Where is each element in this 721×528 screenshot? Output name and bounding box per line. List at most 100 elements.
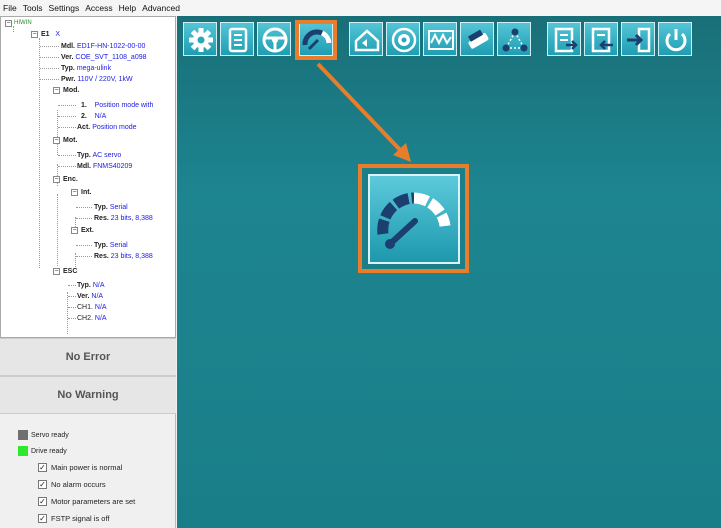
tree-key: Typ. <box>77 282 91 289</box>
tree-node-esc[interactable]: ESC <box>63 266 77 277</box>
indicator-label: Drive ready <box>31 447 67 455</box>
tree-node-mot-mdl[interactable]: Mdl. FNMS40209 <box>77 161 132 172</box>
tree-node-mode-2[interactable]: 2. N/A <box>81 111 106 122</box>
tree-value: N/A <box>94 113 107 120</box>
device-tree[interactable]: − HIWIN − E1 X Mdl. ED1F-HN-1022-00-00 V… <box>0 16 176 338</box>
tree-key: Int. <box>81 189 92 196</box>
check-label: No alarm occurs <box>51 479 106 489</box>
tree-value: X <box>55 31 61 38</box>
tree-key: CH1. <box>77 304 93 311</box>
check-fstp: ✓ FSTP signal is off <box>38 512 110 524</box>
performance-button-enlarged <box>368 174 460 264</box>
menu-advanced[interactable]: Advanced <box>142 3 180 13</box>
tree-key: Ext. <box>81 227 94 234</box>
check-no-alarm: ✓ No alarm occurs <box>38 478 106 490</box>
tree-key: ESC <box>63 268 78 275</box>
tree-node-esc-ch1[interactable]: CH1. N/A <box>77 302 107 313</box>
tree-value: 23 bits, 8,388 <box>110 253 153 260</box>
tree-node-mot[interactable]: Mot. <box>63 135 77 146</box>
servo-ready-led <box>18 430 28 440</box>
tree-key: Mdl. <box>61 43 75 50</box>
tree-key: Mdl. <box>77 163 91 170</box>
tree-node-mode-act[interactable]: Act. Position mode <box>77 122 137 133</box>
check-label: FSTP signal is off <box>51 513 110 523</box>
tree-key: Mod. <box>63 87 80 94</box>
tree-key: Typ. <box>77 152 91 159</box>
tree-value: COE_SVT_1108_a098 <box>75 54 147 61</box>
tree-key: CH2. <box>77 315 93 322</box>
tree-key: Ver. <box>77 293 90 300</box>
tree-node-enc-int[interactable]: Int. <box>81 187 92 198</box>
tree-value: Serial <box>109 204 128 211</box>
tree-key: Typ. <box>94 204 108 211</box>
tree-key: Mot. <box>63 137 78 144</box>
menu-tools[interactable]: Tools <box>23 3 43 13</box>
collapse-toggle[interactable]: − <box>71 227 78 234</box>
tree-value: N/A <box>91 293 104 300</box>
tree-key: E1 <box>41 31 50 38</box>
tree-key: Enc. <box>63 176 78 183</box>
tree-node-ext-typ[interactable]: Typ. Serial <box>94 240 128 251</box>
tree-node-e1[interactable]: E1 X <box>41 29 60 40</box>
tree-value: Position mode with <box>94 102 154 109</box>
check-label: Motor parameters are set <box>51 496 136 506</box>
drive-ready-led <box>18 446 28 456</box>
tree-key: 1. <box>81 102 87 109</box>
collapse-toggle[interactable]: − <box>53 176 60 183</box>
collapse-toggle[interactable]: − <box>53 268 60 275</box>
tree-node-ext-res[interactable]: Res. 23 bits, 8,388 <box>94 251 153 262</box>
tree-value: AC servo <box>92 152 122 159</box>
tree-value: Position mode <box>92 124 137 131</box>
servo-ready-indicator: Servo ready <box>18 429 69 441</box>
menu-access[interactable]: Access <box>85 3 112 13</box>
checkbox-icon: ✓ <box>38 479 47 489</box>
tree-node-esc-ch2[interactable]: CH2. N/A <box>77 313 107 324</box>
tree-node-typ[interactable]: Typ. mega-ulink <box>61 63 111 74</box>
collapse-toggle[interactable]: − <box>5 20 12 27</box>
checkbox-icon: ✓ <box>38 513 47 523</box>
collapse-toggle[interactable]: − <box>71 189 78 196</box>
tree-key: Res. <box>94 253 109 260</box>
menu-file[interactable]: File <box>3 3 17 13</box>
tree-node-mod[interactable]: Mod. <box>63 85 79 96</box>
tree-key: Ver. <box>61 54 74 61</box>
tree-root[interactable]: HIWIN <box>14 18 32 29</box>
tree-node-esc-typ[interactable]: Typ. N/A <box>77 280 105 291</box>
tree-value: 110V / 220V, 1kW <box>77 76 133 83</box>
tree-value: N/A <box>94 304 107 311</box>
tree-node-enc[interactable]: Enc. <box>63 174 78 185</box>
check-label: Main power is normal <box>51 462 123 472</box>
check-motor-params: ✓ Motor parameters are set <box>38 495 135 507</box>
tree-node-esc-ver[interactable]: Ver. N/A <box>77 291 103 302</box>
tree-node-mode-1[interactable]: 1. Position mode with <box>81 100 153 111</box>
checkbox-icon: ✓ <box>38 496 47 506</box>
tree-value: mega-ulink <box>76 65 112 72</box>
drive-ready-indicator: Drive ready <box>18 445 67 457</box>
tree-node-int-typ[interactable]: Typ. Serial <box>94 202 128 213</box>
menu-bar: File Tools Settings Access Help Advanced <box>0 0 721 16</box>
warning-status: No Warning <box>0 376 176 414</box>
tree-value: Serial <box>109 242 128 249</box>
menu-help[interactable]: Help <box>119 3 136 13</box>
main-workspace <box>177 16 721 528</box>
tree-value: FNMS40209 <box>92 163 133 170</box>
tree-key: Act. <box>77 124 91 131</box>
collapse-toggle[interactable]: − <box>31 31 38 38</box>
tree-node-ver[interactable]: Ver. COE_SVT_1108_a098 <box>61 52 147 63</box>
tree-value: N/A <box>92 282 105 289</box>
tree-node-pwr[interactable]: Pwr. 110V / 220V, 1kW <box>61 74 133 85</box>
tree-key: Pwr. <box>61 76 76 83</box>
collapse-toggle[interactable]: − <box>53 87 60 94</box>
tree-node-enc-ext[interactable]: Ext. <box>81 225 94 236</box>
tree-value: N/A <box>94 315 107 322</box>
error-status: No Error <box>0 338 176 376</box>
tree-node-int-res[interactable]: Res. 23 bits, 8,388 <box>94 213 153 224</box>
tree-node-mdl[interactable]: Mdl. ED1F-HN-1022-00-00 <box>61 41 145 52</box>
menu-settings[interactable]: Settings <box>49 3 80 13</box>
check-main-power: ✓ Main power is normal <box>38 461 122 473</box>
speedometer-icon <box>377 192 451 249</box>
tree-node-mot-typ[interactable]: Typ. AC servo <box>77 150 121 161</box>
tree-key: Typ. <box>61 65 75 72</box>
tree-key: Res. <box>94 215 109 222</box>
collapse-toggle[interactable]: − <box>53 137 60 144</box>
